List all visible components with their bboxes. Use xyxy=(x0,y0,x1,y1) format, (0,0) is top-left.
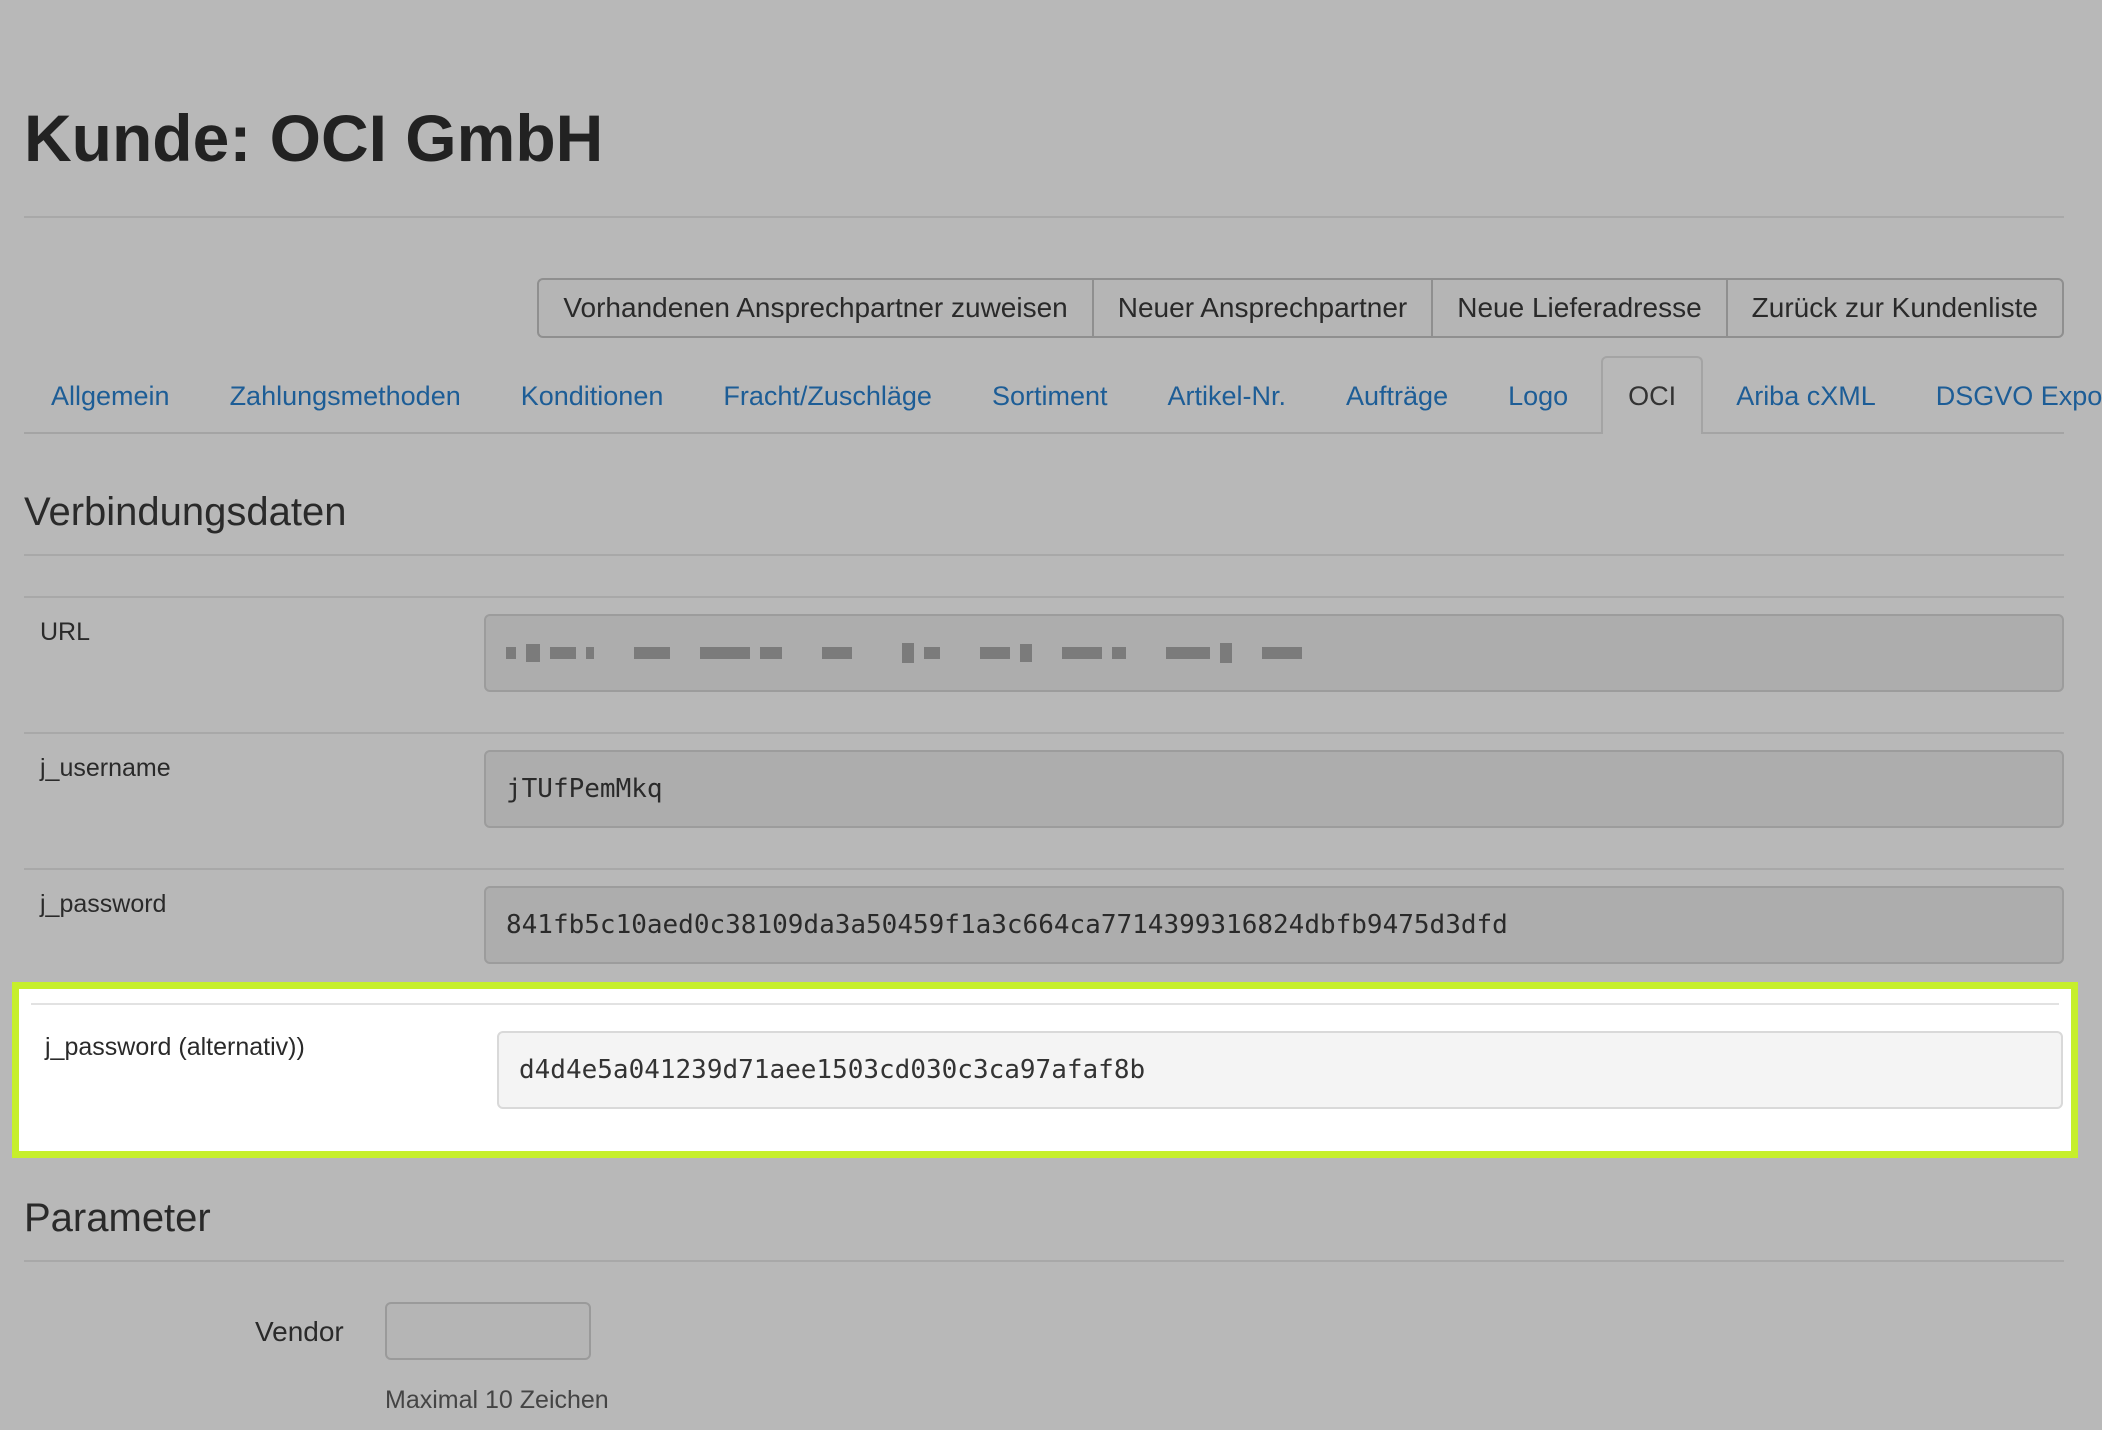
username-field[interactable]: jTUfPemMkq xyxy=(484,750,2064,828)
url-field[interactable] xyxy=(484,614,2064,692)
tab-ariba-cxml[interactable]: Ariba cXML xyxy=(1709,358,1903,432)
tab-auftraege[interactable]: Aufträge xyxy=(1319,358,1475,432)
new-delivery-address-button[interactable]: Neue Lieferadresse xyxy=(1431,280,1725,336)
vendor-help-text: Maximal 10 Zeichen xyxy=(385,1386,609,1414)
new-contact-button[interactable]: Neuer Ansprechpartner xyxy=(1091,280,1432,336)
password-row: j_password 841fb5c10aed0c38109da3a50459f… xyxy=(24,868,2064,984)
tab-allgemein[interactable]: Allgemein xyxy=(24,358,197,432)
url-row: URL xyxy=(24,596,2064,734)
password-alt-field[interactable]: d4d4e5a041239d71aee1503cd030c3ca97afaf8b xyxy=(497,1031,2063,1109)
obscured-url-value xyxy=(506,643,1302,663)
tab-konditionen[interactable]: Konditionen xyxy=(494,358,691,432)
title-divider xyxy=(24,216,2064,218)
action-button-group: Vorhandenen Ansprechpartner zuweisen Neu… xyxy=(537,278,2064,338)
username-label: j_username xyxy=(40,754,171,782)
vendor-label: Vendor xyxy=(255,1316,344,1347)
page-title: Kunde: OCI GmbH xyxy=(24,101,604,175)
tab-bar: Allgemein Zahlungsmethoden Konditionen F… xyxy=(24,356,2102,434)
username-row: j_username jTUfPemMkq xyxy=(24,732,2064,870)
assign-contact-button[interactable]: Vorhandenen Ansprechpartner zuweisen xyxy=(539,280,1091,336)
row-divider xyxy=(31,1003,2059,1005)
password-field[interactable]: 841fb5c10aed0c38109da3a50459f1a3c664ca77… xyxy=(484,886,2064,964)
section-divider xyxy=(24,554,2064,556)
tab-fracht-zuschlaege[interactable]: Fracht/Zuschläge xyxy=(696,358,959,432)
tab-oci[interactable]: OCI xyxy=(1601,356,1704,434)
tab-dsgvo-export[interactable]: DSGVO Export xyxy=(1909,358,2102,432)
tab-logo[interactable]: Logo xyxy=(1481,358,1595,432)
tab-artikel-nr[interactable]: Artikel-Nr. xyxy=(1141,358,1314,432)
back-to-customer-list-button[interactable]: Zurück zur Kundenliste xyxy=(1725,280,2062,336)
connection-section-title: Verbindungsdaten xyxy=(24,490,347,534)
tab-zahlungsmethoden[interactable]: Zahlungsmethoden xyxy=(203,358,488,432)
password-alt-row-highlighted: j_password (alternativ)) d4d4e5a041239d7… xyxy=(12,982,2078,1158)
vendor-input[interactable] xyxy=(385,1302,591,1360)
password-label: j_password xyxy=(40,890,167,918)
password-alt-label: j_password (alternativ)) xyxy=(45,1033,305,1061)
parameter-section-title: Parameter xyxy=(24,1196,211,1240)
tab-sortiment[interactable]: Sortiment xyxy=(965,358,1135,432)
parameter-divider xyxy=(24,1260,2064,1262)
url-label: URL xyxy=(40,618,91,646)
